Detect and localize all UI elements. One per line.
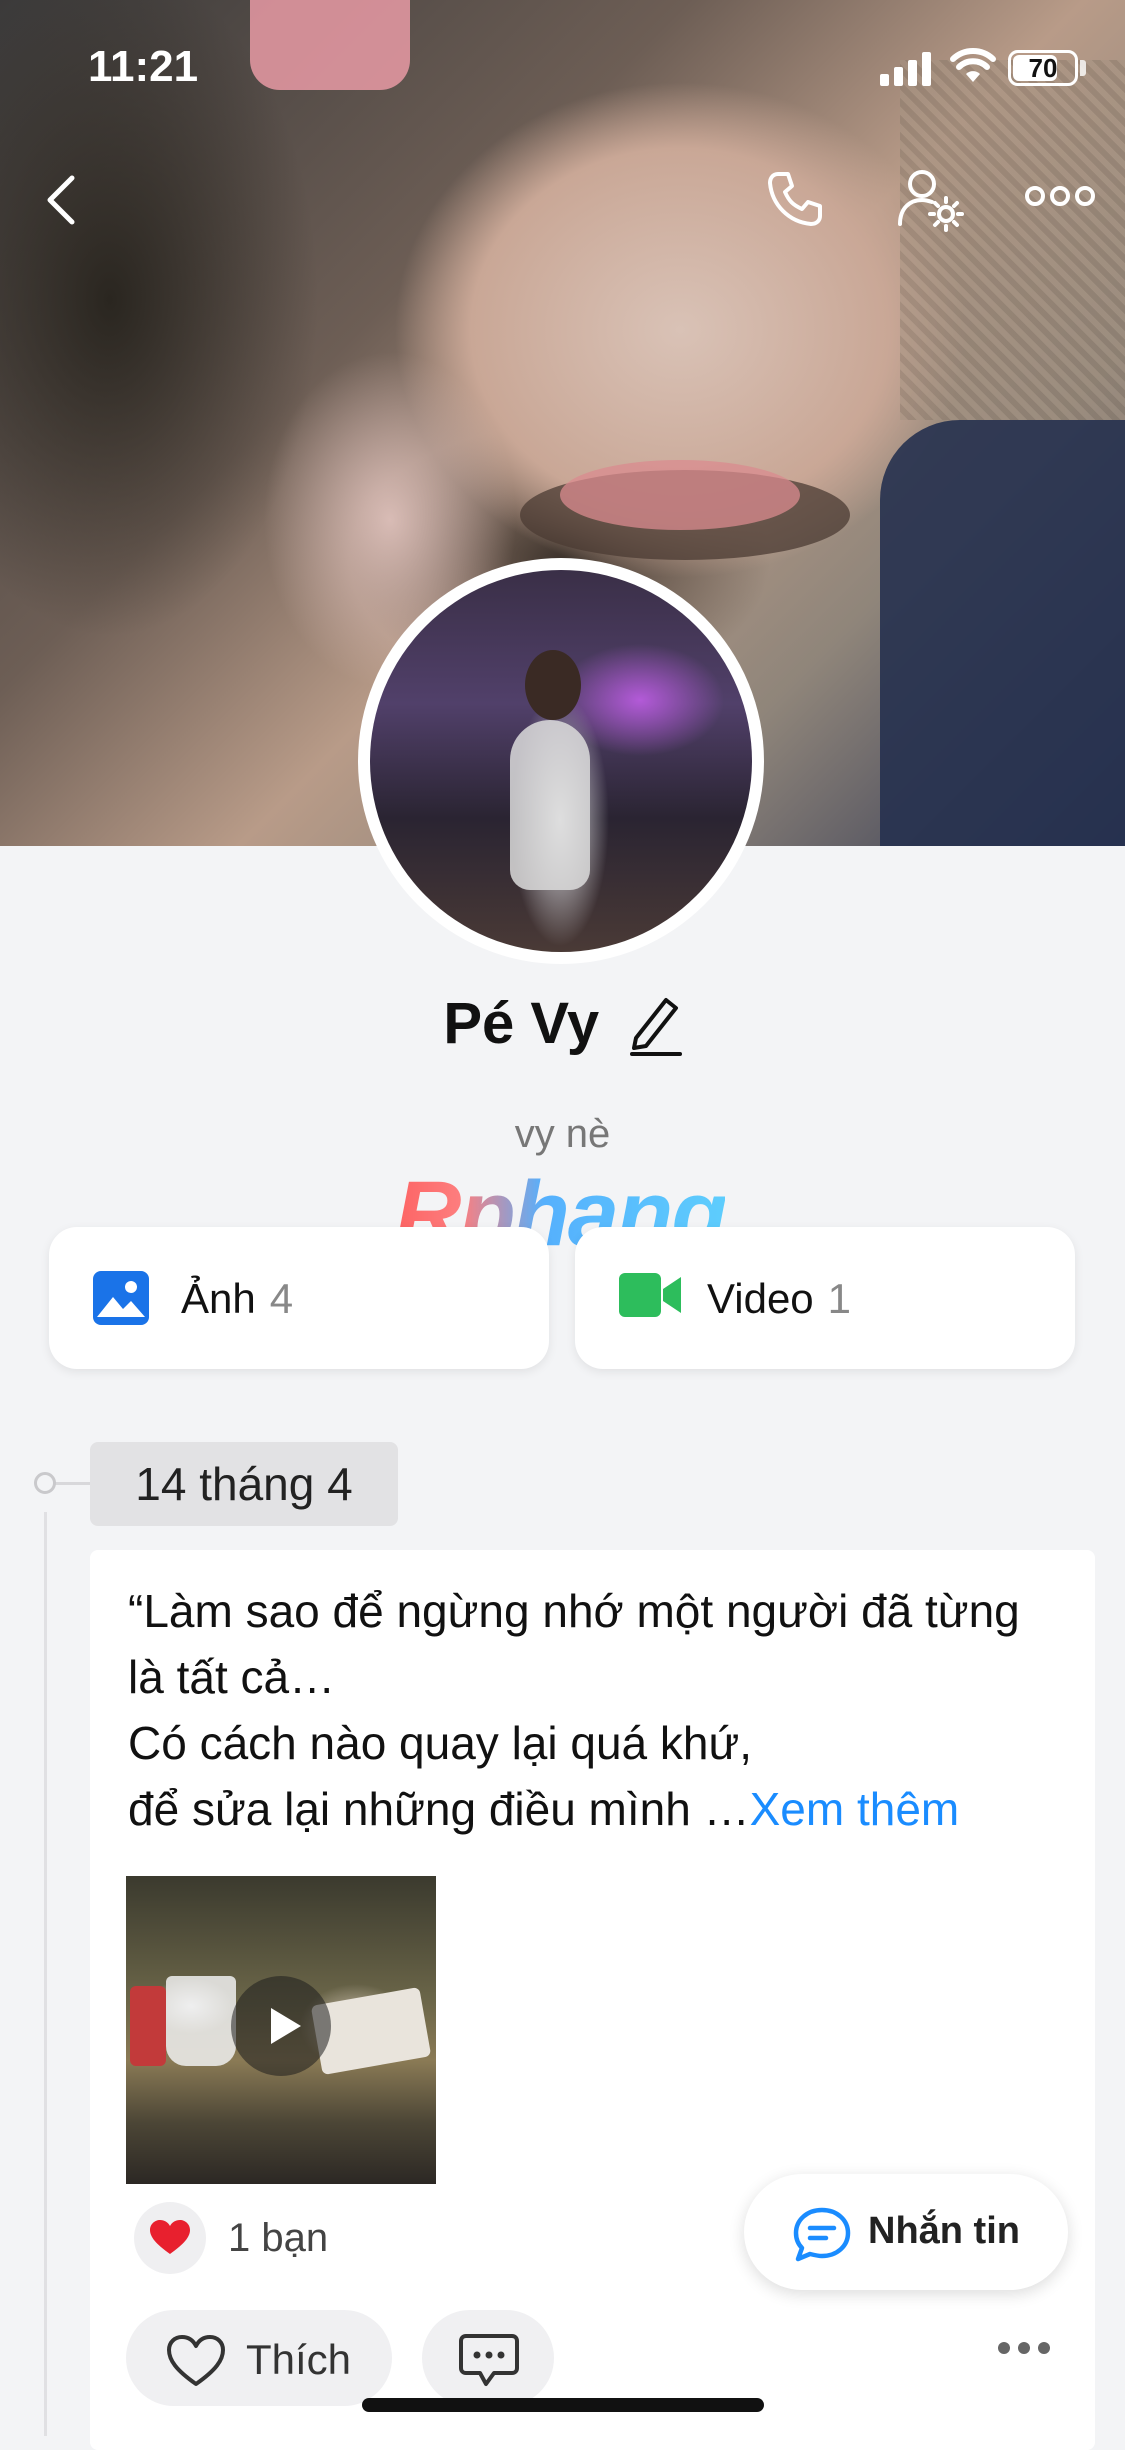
post-more-icon[interactable] bbox=[996, 2340, 1052, 2356]
reaction-count: 1 bạn bbox=[228, 2216, 329, 2260]
battery-indicator: 70 bbox=[1008, 50, 1078, 86]
cover-decor bbox=[250, 0, 410, 90]
like-label: Thích bbox=[246, 2336, 352, 2383]
videos-count: 1 bbox=[827, 1275, 852, 1322]
heart-outline-icon bbox=[167, 2335, 225, 2386]
avatar[interactable] bbox=[358, 558, 764, 964]
cover-decor bbox=[560, 460, 800, 530]
profile-name: Pé Vy bbox=[443, 991, 600, 1056]
avatar-photo bbox=[370, 570, 752, 952]
pencil-icon[interactable] bbox=[628, 992, 682, 1056]
image-icon bbox=[93, 1271, 149, 1325]
comment-button[interactable] bbox=[422, 2310, 554, 2406]
post-text-line: để sửa lại những điều mình … bbox=[128, 1783, 750, 1835]
status-time: 11:21 bbox=[88, 42, 199, 91]
post-text[interactable]: “Làm sao để ngừng nhớ một người đã từng … bbox=[128, 1578, 1058, 1842]
chevron-left-icon[interactable] bbox=[42, 174, 82, 226]
timeline-connector bbox=[50, 1482, 90, 1485]
post-text-line-last: để sửa lại những điều mình …Xem thêm bbox=[128, 1776, 1058, 1842]
photos-label: Ảnh 4 bbox=[181, 1275, 293, 1323]
post-text-line: “Làm sao để ngừng nhớ một người đã từng bbox=[128, 1585, 1020, 1637]
battery-cap bbox=[1080, 60, 1086, 76]
photos-card[interactable]: Ảnh 4 bbox=[49, 1227, 549, 1369]
message-label: Nhắn tin bbox=[868, 2210, 1020, 2252]
cover-decor bbox=[900, 60, 1125, 420]
wifi-icon bbox=[950, 48, 996, 82]
profile-name-row: Pé Vy bbox=[0, 990, 1125, 1057]
post-text-line: Có cách nào quay lại quá khứ, bbox=[128, 1717, 753, 1769]
message-button[interactable]: Nhắn tin bbox=[744, 2174, 1068, 2290]
video-thumbnail[interactable] bbox=[126, 1876, 436, 2184]
avatar-decor bbox=[510, 720, 590, 890]
photos-label-text: Ảnh bbox=[181, 1275, 256, 1322]
timeline-line bbox=[44, 1512, 47, 2436]
profile-bio: vy nè bbox=[514, 1112, 611, 1156]
post-text-line: là tất cả… bbox=[128, 1651, 336, 1703]
videos-label: Video 1 bbox=[707, 1275, 851, 1323]
avatar-decor bbox=[525, 650, 581, 720]
heart-filled-icon bbox=[150, 2220, 190, 2254]
battery-level: 70 bbox=[1028, 53, 1058, 83]
phone-icon[interactable] bbox=[764, 168, 826, 230]
see-more-link[interactable]: Xem thêm bbox=[750, 1783, 960, 1835]
thumbnail-decor bbox=[130, 1986, 166, 2066]
user-gear-icon[interactable] bbox=[896, 166, 966, 232]
videos-label-text: Video bbox=[707, 1275, 814, 1322]
date-chip: 14 tháng 4 bbox=[90, 1442, 398, 1526]
chat-bubble-icon bbox=[793, 2207, 851, 2262]
cover-decor bbox=[880, 420, 1125, 846]
thumbnail-decor bbox=[166, 1976, 236, 2066]
play-button[interactable] bbox=[231, 1976, 331, 2076]
videos-card[interactable]: Video 1 bbox=[575, 1227, 1075, 1369]
photos-count: 4 bbox=[269, 1275, 294, 1322]
cellular-signal-icon bbox=[880, 52, 931, 86]
like-button[interactable]: Thích bbox=[126, 2310, 392, 2406]
timeline-dot bbox=[34, 1472, 56, 1494]
video-camera-icon bbox=[619, 1273, 681, 1317]
comment-icon bbox=[459, 2334, 519, 2386]
reaction-bubble bbox=[134, 2202, 206, 2274]
more-horizontal-icon[interactable] bbox=[1024, 182, 1096, 210]
home-indicator[interactable] bbox=[362, 2398, 764, 2412]
post-card[interactable]: “Làm sao để ngừng nhớ một người đã từng … bbox=[90, 1550, 1095, 2450]
play-icon bbox=[271, 2008, 301, 2044]
